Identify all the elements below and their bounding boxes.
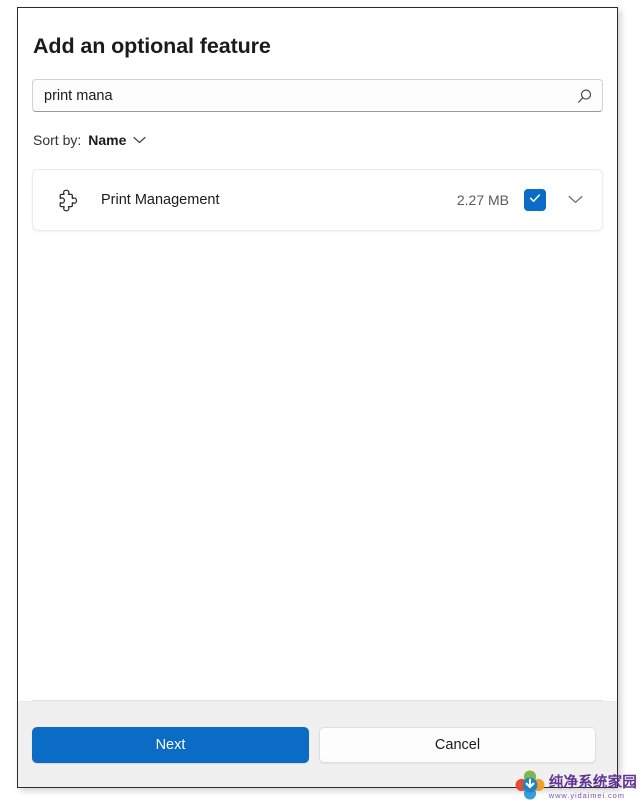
puzzle-piece-icon: [53, 185, 83, 215]
feature-results-list: Print Management 2.27 MB: [32, 169, 603, 231]
feature-name: Print Management: [101, 192, 220, 208]
dialog-body: Add an optional feature Sort by: Name: [18, 8, 617, 701]
footer-divider: [32, 700, 603, 701]
chevron-down-icon: [568, 191, 583, 209]
chevron-down-icon: [133, 131, 146, 149]
expand-details-button[interactable]: [560, 185, 590, 215]
feature-checkbox[interactable]: [524, 189, 546, 211]
sort-by-label: Sort by:: [33, 132, 82, 148]
search-box[interactable]: [32, 79, 603, 112]
next-button[interactable]: Next: [32, 726, 309, 763]
search-input[interactable]: [33, 80, 602, 111]
watermark-text: 纯净系统家园 www.yidaimei.com: [548, 774, 637, 800]
checkmark-icon: [528, 191, 542, 210]
page-title: Add an optional feature: [33, 34, 271, 58]
search-icon[interactable]: [570, 82, 598, 110]
cancel-button[interactable]: Cancel: [319, 726, 596, 763]
download-badge-icon: [515, 770, 545, 805]
feature-size: 2.27 MB: [456, 192, 509, 208]
list-item[interactable]: Print Management 2.27 MB: [32, 169, 603, 231]
watermark-brand: 纯净系统家园: [548, 774, 637, 791]
watermark: 纯净系统家园 www.yidaimei.com: [515, 770, 637, 805]
add-optional-feature-dialog: Add an optional feature Sort by: Name: [17, 7, 618, 788]
sort-by-value: Name: [88, 132, 127, 148]
watermark-url: www.yidaimei.com: [548, 791, 625, 800]
sort-by-dropdown[interactable]: Sort by: Name: [32, 129, 150, 151]
